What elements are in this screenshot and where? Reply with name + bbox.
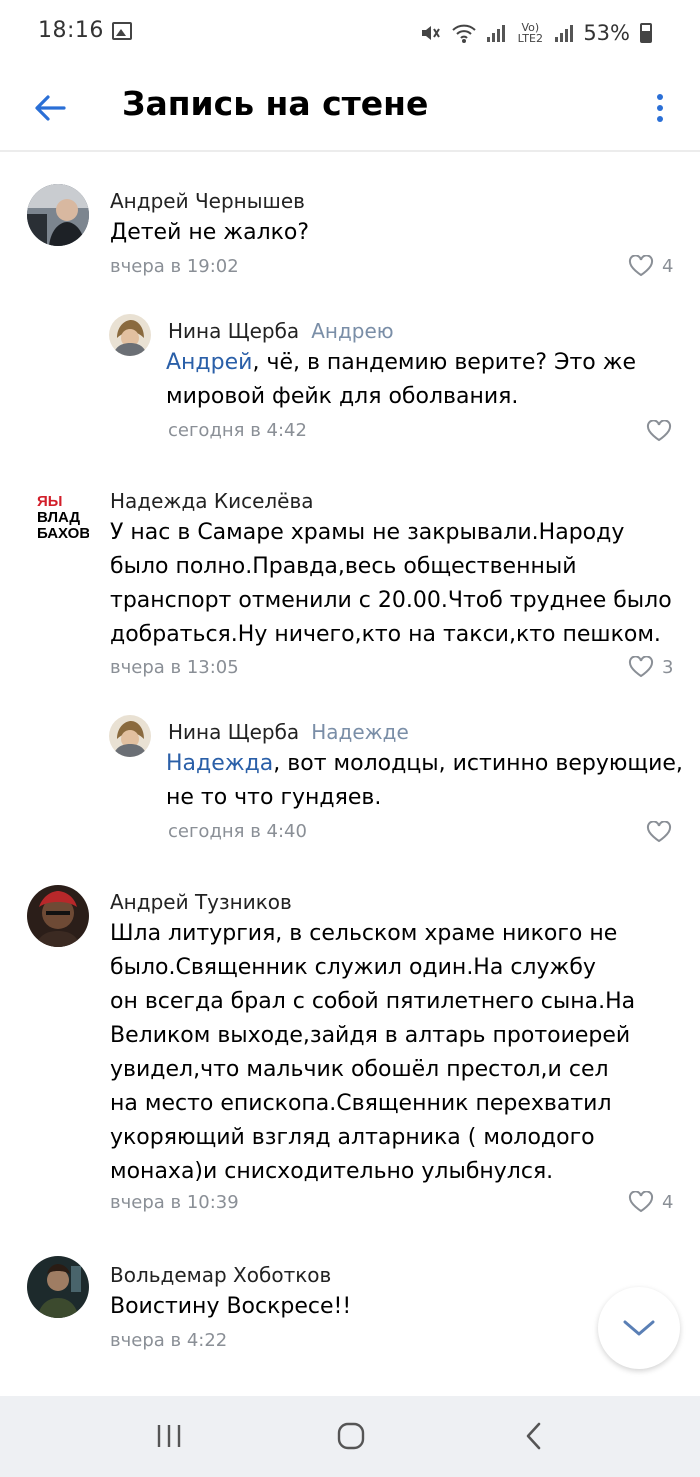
reply-to[interactable]: Надежде xyxy=(311,720,409,744)
comment-author[interactable]: Вольдемар Хоботков xyxy=(110,1263,331,1287)
more-vertical-icon[interactable] xyxy=(650,88,670,128)
comment-line: Детей не жалко? xyxy=(110,220,310,245)
comment-line: добраться.Ну ничего,кто на такси,кто пеш… xyxy=(110,622,661,647)
comment-line: на место епископа.Священник перехватил xyxy=(110,1091,612,1116)
comment-time: вчера в 19:02 xyxy=(110,256,239,277)
avatar-text: ВЛАД xyxy=(37,509,80,526)
status-bar: 18:16 Vo) LTE2 53% xyxy=(0,0,700,66)
comment-line: увидел,что мальчик обошёл престол,и сел xyxy=(110,1057,609,1082)
comment: Андрей Чернышев Детей не жалко? вчера в … xyxy=(0,180,700,290)
like-count: 4 xyxy=(662,255,674,277)
mention-link[interactable]: Андрей xyxy=(166,350,252,375)
comment-line: , чё, в пандемию верите? Это же xyxy=(252,350,637,375)
comment-text: У нас в Самаре храмы не закрывали.Народу… xyxy=(110,516,672,652)
like-count: 4 xyxy=(662,1191,674,1213)
comment-time: вчера в 4:22 xyxy=(110,1330,228,1351)
comment: Нина Щерба Андрею Андрей, чё, в пандемию … xyxy=(0,310,700,450)
comment-line: Шла литургия, в сельском храме никого не xyxy=(110,921,618,946)
avatar[interactable] xyxy=(27,885,89,947)
avatar[interactable]: ЯЫ ВЛАД БАХОВ xyxy=(27,486,89,548)
comment-time: вчера в 13:05 xyxy=(110,657,239,678)
comment-line: Воистину Воскресе!! xyxy=(110,1294,352,1319)
page-title: Запись на стене xyxy=(122,84,429,123)
comment-text: Надежда, вот молодцы, истинно верующие, … xyxy=(166,747,683,815)
battery-percent: 53% xyxy=(583,21,630,45)
avatar-text: ЯЫ xyxy=(37,493,62,510)
like-button[interactable]: 4 xyxy=(628,1191,673,1213)
heart-icon xyxy=(628,1191,654,1213)
wifi-icon xyxy=(452,24,476,43)
chevron-down-icon xyxy=(623,1320,655,1336)
scroll-down-button[interactable] xyxy=(598,1287,680,1369)
comment-line: У нас в Самаре храмы не закрывали.Народу xyxy=(110,520,625,545)
comment-line: не то что гундяев. xyxy=(166,785,382,810)
recent-apps-button[interactable] xyxy=(149,1418,189,1454)
heart-icon xyxy=(628,255,654,277)
status-time: 18:16 xyxy=(38,18,104,43)
like-button[interactable]: 3 xyxy=(628,656,673,678)
recent-apps-icon xyxy=(157,1425,181,1447)
home-icon xyxy=(337,1422,365,1450)
back-button[interactable] xyxy=(514,1418,554,1454)
heart-icon xyxy=(628,656,654,678)
app-header: Запись на стене xyxy=(0,66,700,152)
comment-line: мировой фейк для оболвания. xyxy=(166,384,519,409)
like-button[interactable] xyxy=(646,420,672,442)
avatar[interactable] xyxy=(27,184,89,246)
comment-author[interactable]: Андрей Тузников xyxy=(110,890,292,914)
comment: ЯЫ ВЛАД БАХОВ Надежда Киселёва У нас в С… xyxy=(0,480,700,690)
comment-author[interactable]: Надежда Киселёва xyxy=(110,489,314,513)
comment-author[interactable]: Нина Щерба Андрею xyxy=(168,319,394,343)
comment-author[interactable]: Андрей Чернышев xyxy=(110,189,305,213)
like-button[interactable] xyxy=(646,821,672,843)
comment-line: он всегда брал с собой пятилетнего сына.… xyxy=(110,989,636,1014)
arrow-left-icon[interactable] xyxy=(30,88,70,128)
comment-line: монаха)и снисходительно улыбнулся. xyxy=(110,1159,554,1184)
signal-icon xyxy=(555,24,574,42)
comment-text: Воистину Воскресе!! xyxy=(110,1290,351,1324)
like-button[interactable]: 4 xyxy=(628,255,673,277)
comment-line: было полно.Правда,весь общественный xyxy=(110,554,577,579)
comment-text: Шла литургия, в сельском храме никого не… xyxy=(110,917,635,1189)
comment: Вольдемар Хоботков Воистину Воскресе!! в… xyxy=(0,1254,700,1364)
comment-time: вчера в 10:39 xyxy=(110,1192,239,1213)
mention-link[interactable]: Надежда xyxy=(166,751,273,776)
comment-line: было.Священник служил один.На службу xyxy=(110,955,596,980)
author-name[interactable]: Нина Щерба xyxy=(168,720,299,744)
comment-line: Великом выходе,зайдя в алтарь протоиерей xyxy=(110,1023,631,1048)
back-icon xyxy=(526,1422,541,1450)
comment: Нина Щерба Надежде Надежда, вот молодцы, … xyxy=(0,711,700,851)
comment-line: транспорт отменили с 20.00.Чтоб труднее … xyxy=(110,588,672,613)
comment-text: Детей не жалко? xyxy=(110,216,309,250)
reply-to[interactable]: Андрею xyxy=(311,319,393,343)
mute-icon xyxy=(422,26,441,40)
avatar-text: БАХОВ xyxy=(37,525,89,542)
gallery-icon xyxy=(112,22,132,40)
comment-line: , вот молодцы, истинно верующие, xyxy=(273,751,683,776)
signal-icon xyxy=(487,24,506,42)
comment-text: Андрей, чё, в пандемию верите? Это же ми… xyxy=(166,346,636,414)
like-count: 3 xyxy=(662,656,674,678)
comment-author[interactable]: Нина Щерба Надежде xyxy=(168,720,409,744)
heart-icon xyxy=(646,821,672,843)
comment: Андрей Тузников Шла литургия, в сельском… xyxy=(0,881,700,1221)
author-name[interactable]: Нина Щерба xyxy=(168,319,299,343)
avatar[interactable] xyxy=(109,715,151,757)
home-button[interactable] xyxy=(331,1418,371,1454)
status-icons: Vo) LTE2 53% xyxy=(419,18,652,48)
comment-line: укоряющий взгляд алтарника ( молодого xyxy=(110,1125,595,1150)
avatar[interactable] xyxy=(27,1256,89,1318)
system-navigation-bar xyxy=(0,1396,700,1477)
network-label: Vo) LTE2 xyxy=(517,21,543,45)
heart-icon xyxy=(646,420,672,442)
battery-icon xyxy=(640,23,652,43)
avatar[interactable] xyxy=(109,314,151,356)
comment-time: сегодня в 4:40 xyxy=(168,821,307,842)
comment-time: сегодня в 4:42 xyxy=(168,420,307,441)
